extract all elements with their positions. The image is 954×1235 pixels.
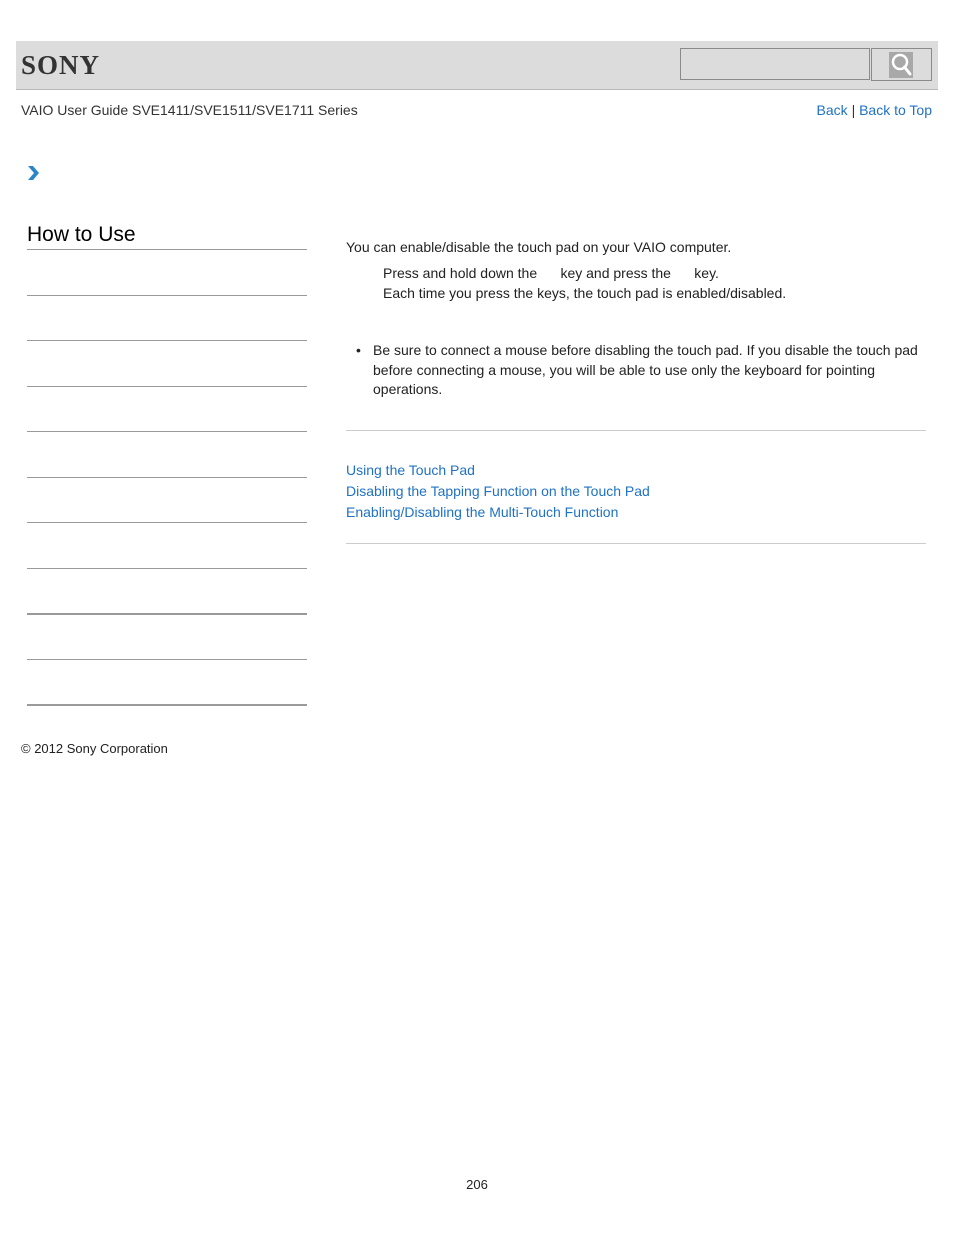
page-number: 206 [466,1177,488,1192]
sidebar-title: How to Use [27,223,136,246]
related-link-disabling-tapping[interactable]: Disabling the Tapping Function on the To… [346,483,650,499]
sidebar-item-0[interactable] [27,295,307,296]
sidebar-item-6[interactable] [27,568,307,569]
search-button[interactable] [871,48,932,81]
guide-title: VAIO User Guide SVE1411/SVE1511/SVE1711 … [21,102,358,118]
bullet: • [356,342,361,358]
sony-logo: SONY [21,50,101,80]
sidebar-item-2[interactable] [27,386,307,387]
search-icon [889,52,913,78]
copyright: © 2012 Sony Corporation [21,741,168,756]
note-text: Be sure to connect a mouse before disabl… [373,342,918,397]
sidebar-item-9[interactable] [27,704,307,706]
related-link-using-touch-pad[interactable]: Using the Touch Pad [346,462,475,478]
sidebar-item-5[interactable] [27,522,307,523]
search-input[interactable] [680,48,870,80]
sidebar-item-8[interactable] [27,659,307,660]
link-separator: | [851,102,856,118]
site-header: SONY [16,41,938,90]
back-link[interactable]: Back [817,102,848,118]
step-instruction: Press and hold down the key and press th… [383,265,719,281]
divider [346,430,926,431]
note-item: • Be sure to connect a mouse before disa… [356,341,928,400]
chevron-right-icon[interactable] [25,165,41,186]
back-to-top-link[interactable]: Back to Top [859,102,932,118]
sidebar-item-4[interactable] [27,477,307,478]
related-link-multi-touch[interactable]: Enabling/Disabling the Multi-Touch Funct… [346,504,618,520]
sidebar-item-7[interactable] [27,613,307,615]
sidebar-item-1[interactable] [27,340,307,341]
divider [346,543,926,544]
step-result: Each time you press the keys, the touch … [383,285,787,301]
top-nav-links: Back | Back to Top [817,102,932,118]
sidebar-divider [27,249,307,250]
sidebar-item-3[interactable] [27,431,307,432]
intro-text: You can enable/disable the touch pad on … [346,239,732,255]
